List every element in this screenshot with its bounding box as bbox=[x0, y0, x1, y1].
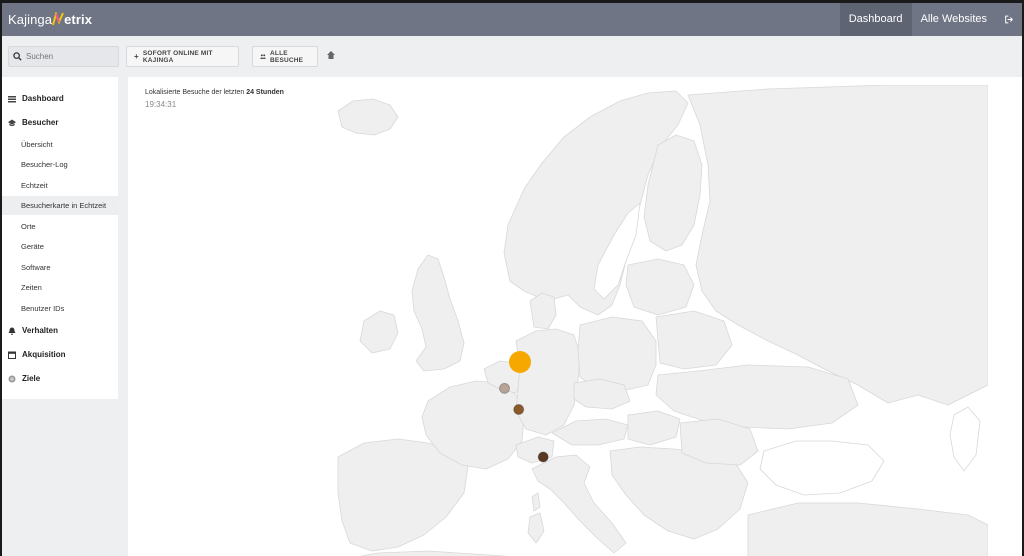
map-black-sea bbox=[759, 440, 885, 496]
map-russia bbox=[687, 85, 988, 406]
map-germany bbox=[515, 328, 581, 436]
search-input[interactable] bbox=[26, 52, 116, 61]
map-poland bbox=[577, 316, 657, 392]
map-ukraine bbox=[655, 364, 859, 430]
map-clock: 19:34:31 bbox=[145, 100, 177, 109]
sidebar-item-besucher-log[interactable]: Besucher-Log bbox=[2, 155, 118, 174]
sidebar-label: Dashboard bbox=[22, 94, 64, 103]
visitor-map[interactable] bbox=[128, 85, 988, 556]
sidebar-item-zeiten[interactable]: Zeiten bbox=[2, 278, 118, 297]
logout-icon bbox=[1005, 15, 1013, 24]
logout-button[interactable] bbox=[996, 3, 1022, 36]
sidebar-item-software[interactable]: Software bbox=[2, 258, 118, 277]
map-ireland bbox=[359, 310, 399, 354]
search-box[interactable] bbox=[8, 46, 119, 67]
map-turkey bbox=[747, 502, 988, 556]
sidebar-item-orte[interactable]: Orte bbox=[2, 217, 118, 236]
visitors-icon bbox=[8, 118, 16, 127]
app-window: Kajinga etrix Dashboard Alle Websites + S… bbox=[2, 3, 1022, 556]
logo-prefix: Kajinga bbox=[8, 12, 53, 27]
search-icon bbox=[13, 52, 22, 61]
plus-icon: + bbox=[134, 52, 139, 61]
logo-m-mark-icon bbox=[52, 12, 64, 26]
dashboard-icon bbox=[8, 95, 16, 103]
logo[interactable]: Kajinga etrix bbox=[8, 12, 92, 27]
home-icon[interactable] bbox=[326, 50, 336, 60]
map-denmark bbox=[529, 292, 557, 330]
sidebar-label: Ziele bbox=[22, 374, 41, 383]
main-panel: Lokalisierte Besuche der letzten 24 Stun… bbox=[128, 77, 1022, 556]
sidebar-item-dashboard[interactable]: Dashboard bbox=[2, 89, 118, 108]
logo-suffix: etrix bbox=[64, 12, 93, 27]
sidebar-item-besucherkarte[interactable]: Besucherkarte in Echtzeit bbox=[2, 196, 118, 215]
visit-marker[interactable] bbox=[513, 404, 525, 415]
sofort-online-button[interactable]: + SOFORT ONLINE MIT KAJINGA bbox=[126, 46, 239, 67]
nav-dashboard[interactable]: Dashboard bbox=[839, 3, 912, 36]
sidebar-item-besucher[interactable]: Besucher bbox=[2, 113, 118, 132]
calendar-icon bbox=[8, 351, 16, 359]
visit-marker[interactable] bbox=[499, 382, 510, 394]
sidebar-item-geraete[interactable]: Geräte bbox=[2, 237, 118, 256]
map-great-britain bbox=[411, 254, 465, 372]
sidebar-item-benutzer-ids[interactable]: Benutzer IDs bbox=[2, 299, 118, 318]
map-belarus bbox=[655, 310, 733, 370]
sidebar-item-verhalten[interactable]: Verhalten bbox=[2, 321, 118, 340]
sidebar-item-ziele[interactable]: Ziele bbox=[2, 369, 118, 388]
nav-all-websites[interactable]: Alle Websites bbox=[912, 3, 996, 36]
top-nav: Dashboard Alle Websites bbox=[839, 3, 1022, 36]
sidebar-label: Verhalten bbox=[22, 326, 59, 335]
map-sardinia bbox=[527, 512, 545, 544]
top-bar: Kajinga etrix Dashboard Alle Websites bbox=[2, 3, 1022, 36]
users-icon bbox=[260, 54, 267, 59]
all-visits-label: ALLE BESUCHE bbox=[270, 49, 304, 64]
target-icon bbox=[8, 375, 16, 383]
sidebar-item-akquisition[interactable]: Akquisition bbox=[2, 345, 118, 364]
map-corsica bbox=[531, 492, 541, 512]
sidebar-item-uebersicht[interactable]: Übersicht bbox=[2, 135, 118, 154]
toolbar: + SOFORT ONLINE MIT KAJINGA ALLE BESUCHE bbox=[2, 36, 1022, 74]
sidebar-label: Besucher bbox=[22, 118, 59, 127]
map-title: Lokalisierte Besuche der letzten 24 Stun… bbox=[145, 89, 284, 96]
visit-marker[interactable] bbox=[537, 451, 549, 463]
map-north-africa bbox=[359, 550, 510, 556]
map-caspian-sea bbox=[949, 406, 981, 472]
sidebar-item-echtzeit[interactable]: Echtzeit bbox=[2, 176, 118, 195]
sidebar-label: Akquisition bbox=[22, 350, 66, 359]
map-title-period: 24 Stunden bbox=[246, 89, 284, 96]
map-iceland bbox=[337, 98, 399, 136]
map-baltics bbox=[625, 258, 695, 316]
map-hungary bbox=[627, 410, 681, 446]
sidebar: Dashboard Besucher Übersicht Besucher-Lo… bbox=[2, 77, 118, 399]
sofort-online-label: SOFORT ONLINE MIT KAJINGA bbox=[142, 49, 213, 64]
map-title-prefix: Lokalisierte Besuche der letzten bbox=[145, 89, 245, 96]
visit-marker[interactable] bbox=[509, 351, 531, 373]
bell-icon bbox=[8, 327, 16, 335]
all-visits-button[interactable]: ALLE BESUCHE bbox=[252, 46, 318, 67]
